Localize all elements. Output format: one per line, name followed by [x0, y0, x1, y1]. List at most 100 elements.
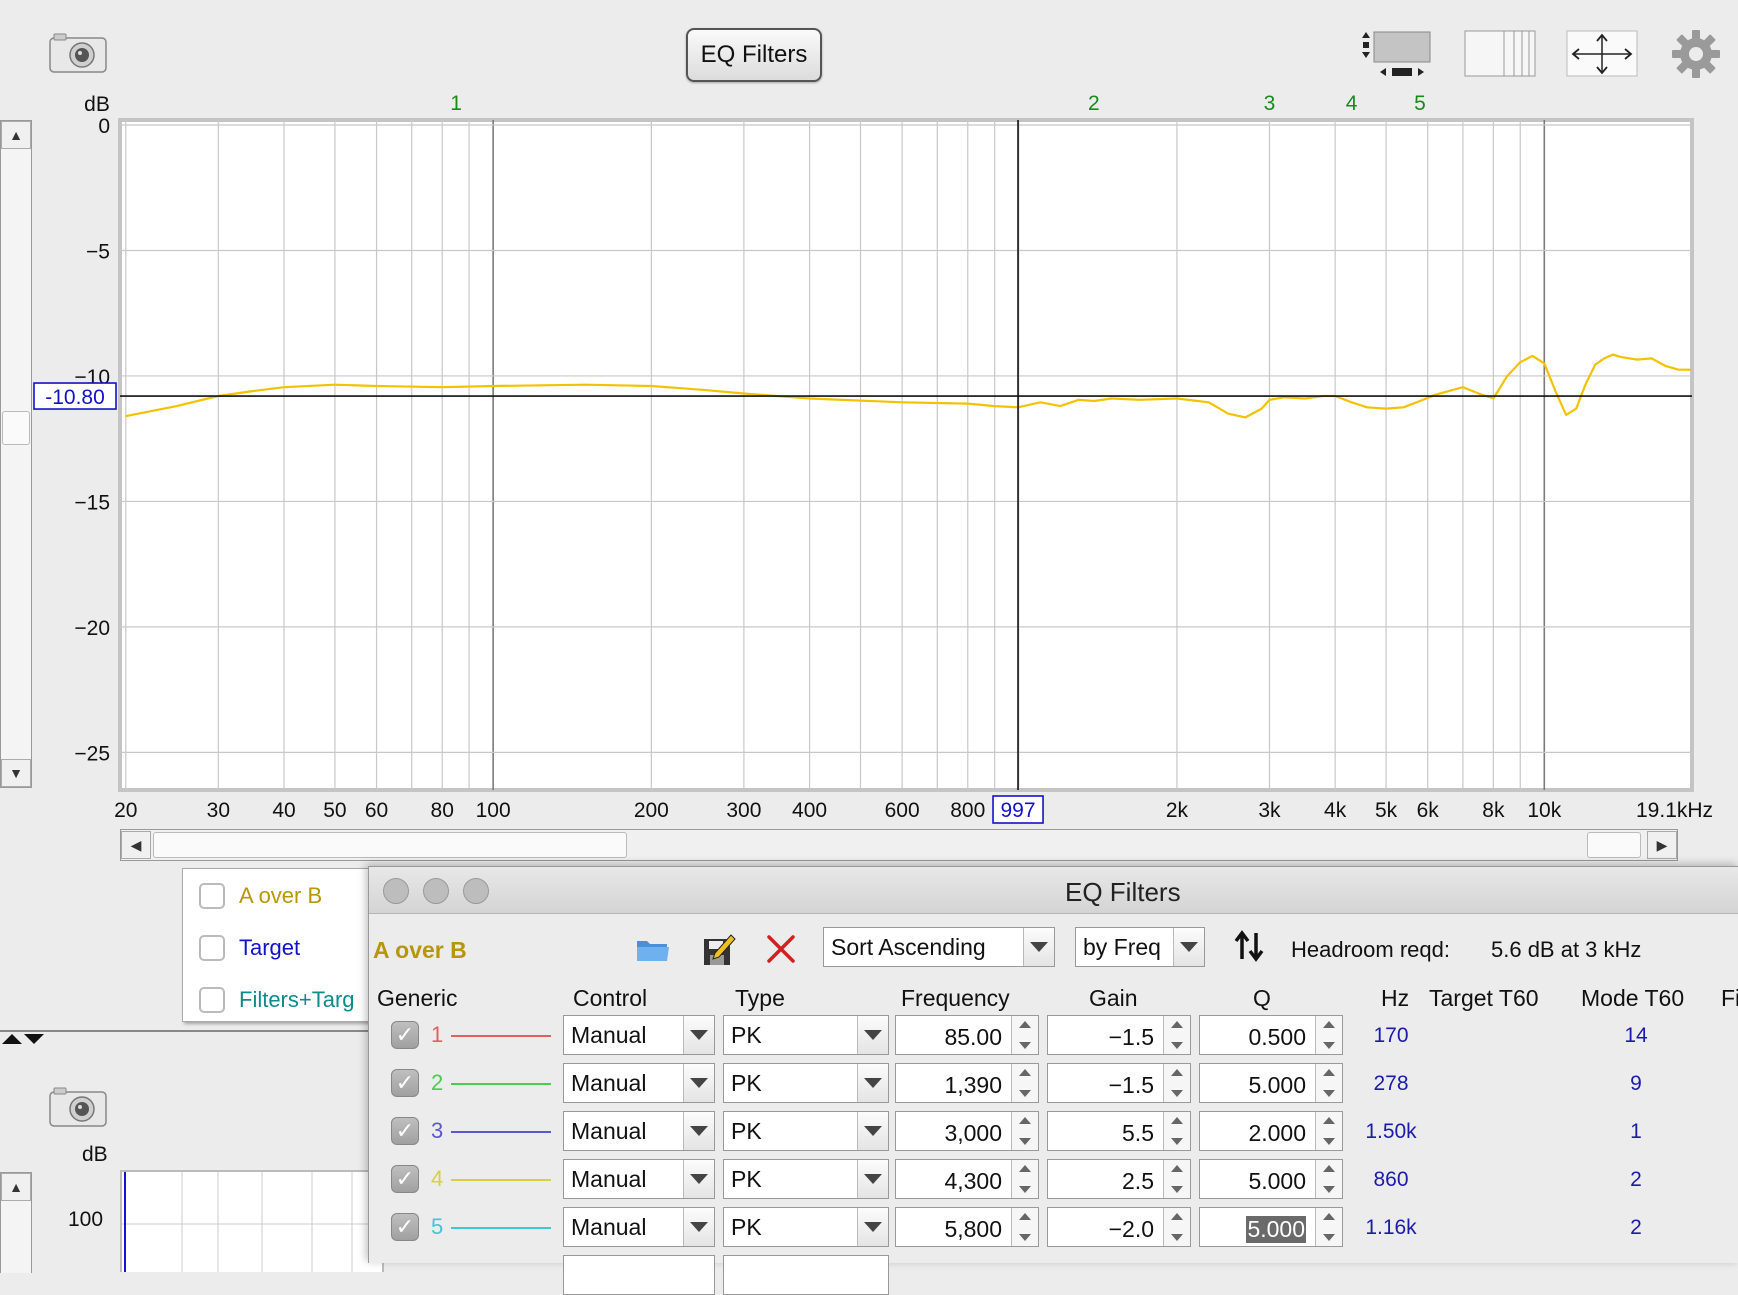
spinner-down-icon[interactable]	[1323, 1042, 1335, 1049]
filter-q-spinner[interactable]: 5.000	[1199, 1207, 1343, 1247]
filter-control-select[interactable]: Manual	[563, 1159, 715, 1199]
spinner-down-icon[interactable]	[1019, 1138, 1031, 1145]
legend-item-filters-target[interactable]: Filters+Targ	[199, 983, 355, 1017]
panel-split-handle[interactable]	[0, 1030, 370, 1044]
minimize-window-button[interactable]	[423, 878, 449, 904]
spinner-down-icon[interactable]	[1323, 1186, 1335, 1193]
scroll-left-arrow-icon[interactable]: ◀	[121, 831, 151, 859]
filter-gain-spinner[interactable]: 2.5	[1047, 1159, 1191, 1199]
filter-control-select[interactable]	[563, 1255, 715, 1295]
spinner-down-icon[interactable]	[1171, 1234, 1183, 1241]
spinner-up-icon[interactable]	[1171, 1021, 1183, 1028]
sort-order-select[interactable]: Sort Ascending	[823, 927, 1055, 967]
filter-type-select[interactable]: PK	[723, 1207, 889, 1247]
spinner-down-icon[interactable]	[1171, 1186, 1183, 1193]
spinner-up-icon[interactable]	[1019, 1165, 1031, 1172]
filter-frequency-spinner[interactable]: 4,300	[895, 1159, 1039, 1199]
chevron-down-icon[interactable]	[683, 1160, 714, 1198]
lower-chart-plot[interactable]	[120, 1170, 384, 1272]
filter-marker-label[interactable]: 4	[1346, 92, 1358, 115]
chevron-down-icon[interactable]	[683, 1112, 714, 1150]
filter-frequency-spinner[interactable]: 5,800	[895, 1207, 1039, 1247]
chevron-down-icon[interactable]	[683, 1016, 714, 1054]
legend-item-target[interactable]: Target	[199, 931, 300, 965]
lower-chart-vertical-scrollbar[interactable]: ▲	[0, 1172, 32, 1273]
lower-scroll-up-arrow-icon[interactable]: ▲	[1, 1173, 31, 1201]
filter-gain-spinner[interactable]: 5.5	[1047, 1111, 1191, 1151]
chevron-down-icon[interactable]	[683, 1064, 714, 1102]
filter-enable-checkbox[interactable]: ✓	[391, 1213, 419, 1241]
filter-control-select[interactable]: Manual	[563, 1207, 715, 1247]
sort-by-select[interactable]: by Freq	[1075, 927, 1205, 967]
filter-q-spinner[interactable]: 0.500	[1199, 1015, 1343, 1055]
chevron-down-icon[interactable]	[857, 1208, 888, 1246]
close-window-button[interactable]	[383, 878, 409, 904]
filter-type-select[interactable]: PK	[723, 1015, 889, 1055]
spinner-up-icon[interactable]	[1171, 1117, 1183, 1124]
filter-control-select[interactable]: Manual	[563, 1015, 715, 1055]
spinner-up-icon[interactable]	[1019, 1021, 1031, 1028]
chevron-down-icon[interactable]	[857, 1160, 888, 1198]
spinner-up-icon[interactable]	[1019, 1069, 1031, 1076]
spinner-up-icon[interactable]	[1171, 1213, 1183, 1220]
spinner-up-icon[interactable]	[1019, 1213, 1031, 1220]
filter-marker-label[interactable]: 5	[1414, 92, 1426, 115]
spinner-up-icon[interactable]	[1323, 1213, 1335, 1220]
spinner-down-icon[interactable]	[1019, 1090, 1031, 1097]
filter-marker-label[interactable]: 3	[1264, 92, 1276, 115]
spinner-up-icon[interactable]	[1019, 1117, 1031, 1124]
spinner-up-icon[interactable]	[1323, 1021, 1335, 1028]
spinner-down-icon[interactable]	[1019, 1042, 1031, 1049]
filter-marker-label[interactable]: 2	[1088, 92, 1100, 115]
filter-frequency-spinner[interactable]: 85.00	[895, 1015, 1039, 1055]
frequency-response-chart[interactable]: 0−5−10−15−20−25 20 30 40 50 60 80 100 200 300 400…	[0, 0, 1738, 830]
spinner-down-icon[interactable]	[1323, 1090, 1335, 1097]
chevron-down-icon[interactable]	[683, 1208, 714, 1246]
filter-enable-checkbox[interactable]: ✓	[391, 1117, 419, 1145]
scroll-thumb-horizontal-right[interactable]	[1587, 832, 1641, 858]
legend-checkbox[interactable]	[199, 883, 225, 909]
filter-q-spinner[interactable]: 5.000	[1199, 1063, 1343, 1103]
filter-gain-spinner[interactable]: −2.0	[1047, 1207, 1191, 1247]
filter-type-select[interactable]: PK	[723, 1159, 889, 1199]
filter-marker-label[interactable]: 1	[450, 92, 462, 115]
chevron-down-icon[interactable]	[857, 1112, 888, 1150]
filter-enable-checkbox[interactable]: ✓	[391, 1021, 419, 1049]
dialog-titlebar[interactable]: EQ Filters	[369, 867, 1738, 914]
filter-control-select[interactable]: Manual	[563, 1111, 715, 1151]
spinner-down-icon[interactable]	[1171, 1090, 1183, 1097]
chart-horizontal-scrollbar[interactable]: ◀ ▶	[120, 829, 1678, 861]
filter-type-select[interactable]	[723, 1255, 889, 1295]
filter-frequency-spinner[interactable]: 3,000	[895, 1111, 1039, 1151]
filter-control-select[interactable]: Manual	[563, 1063, 715, 1103]
spinner-up-icon[interactable]	[1323, 1117, 1335, 1124]
legend-checkbox[interactable]	[199, 987, 225, 1013]
spinner-up-icon[interactable]	[1323, 1069, 1335, 1076]
chevron-down-icon[interactable]	[857, 1064, 888, 1102]
filter-gain-spinner[interactable]: −1.5	[1047, 1063, 1191, 1103]
scroll-thumb-horizontal[interactable]	[153, 832, 627, 858]
filter-q-spinner[interactable]: 5.000	[1199, 1159, 1343, 1199]
legend-item-a-over-b[interactable]: A over B	[199, 879, 322, 913]
spinner-down-icon[interactable]	[1323, 1234, 1335, 1241]
open-folder-icon[interactable]	[635, 933, 671, 972]
spinner-down-icon[interactable]	[1171, 1138, 1183, 1145]
chevron-down-icon[interactable]	[857, 1016, 888, 1054]
lower-screenshot-camera-icon[interactable]	[48, 1086, 108, 1127]
spinner-up-icon[interactable]	[1323, 1165, 1335, 1172]
save-edit-icon[interactable]	[701, 931, 737, 972]
sort-direction-icon[interactable]	[1233, 929, 1265, 968]
filter-q-spinner[interactable]: 2.000	[1199, 1111, 1343, 1151]
delete-filters-icon[interactable]	[765, 933, 797, 970]
chevron-down-icon[interactable]	[1173, 928, 1204, 966]
plot-area[interactable]	[118, 118, 1694, 792]
filter-frequency-spinner[interactable]: 1,390	[895, 1063, 1039, 1103]
spinner-down-icon[interactable]	[1323, 1138, 1335, 1145]
spinner-down-icon[interactable]	[1019, 1186, 1031, 1193]
filter-type-select[interactable]: PK	[723, 1063, 889, 1103]
filter-type-select[interactable]: PK	[723, 1111, 889, 1151]
filter-enable-checkbox[interactable]: ✓	[391, 1069, 419, 1097]
split-arrows-icon[interactable]	[0, 1032, 50, 1046]
spinner-up-icon[interactable]	[1171, 1165, 1183, 1172]
spinner-up-icon[interactable]	[1171, 1069, 1183, 1076]
